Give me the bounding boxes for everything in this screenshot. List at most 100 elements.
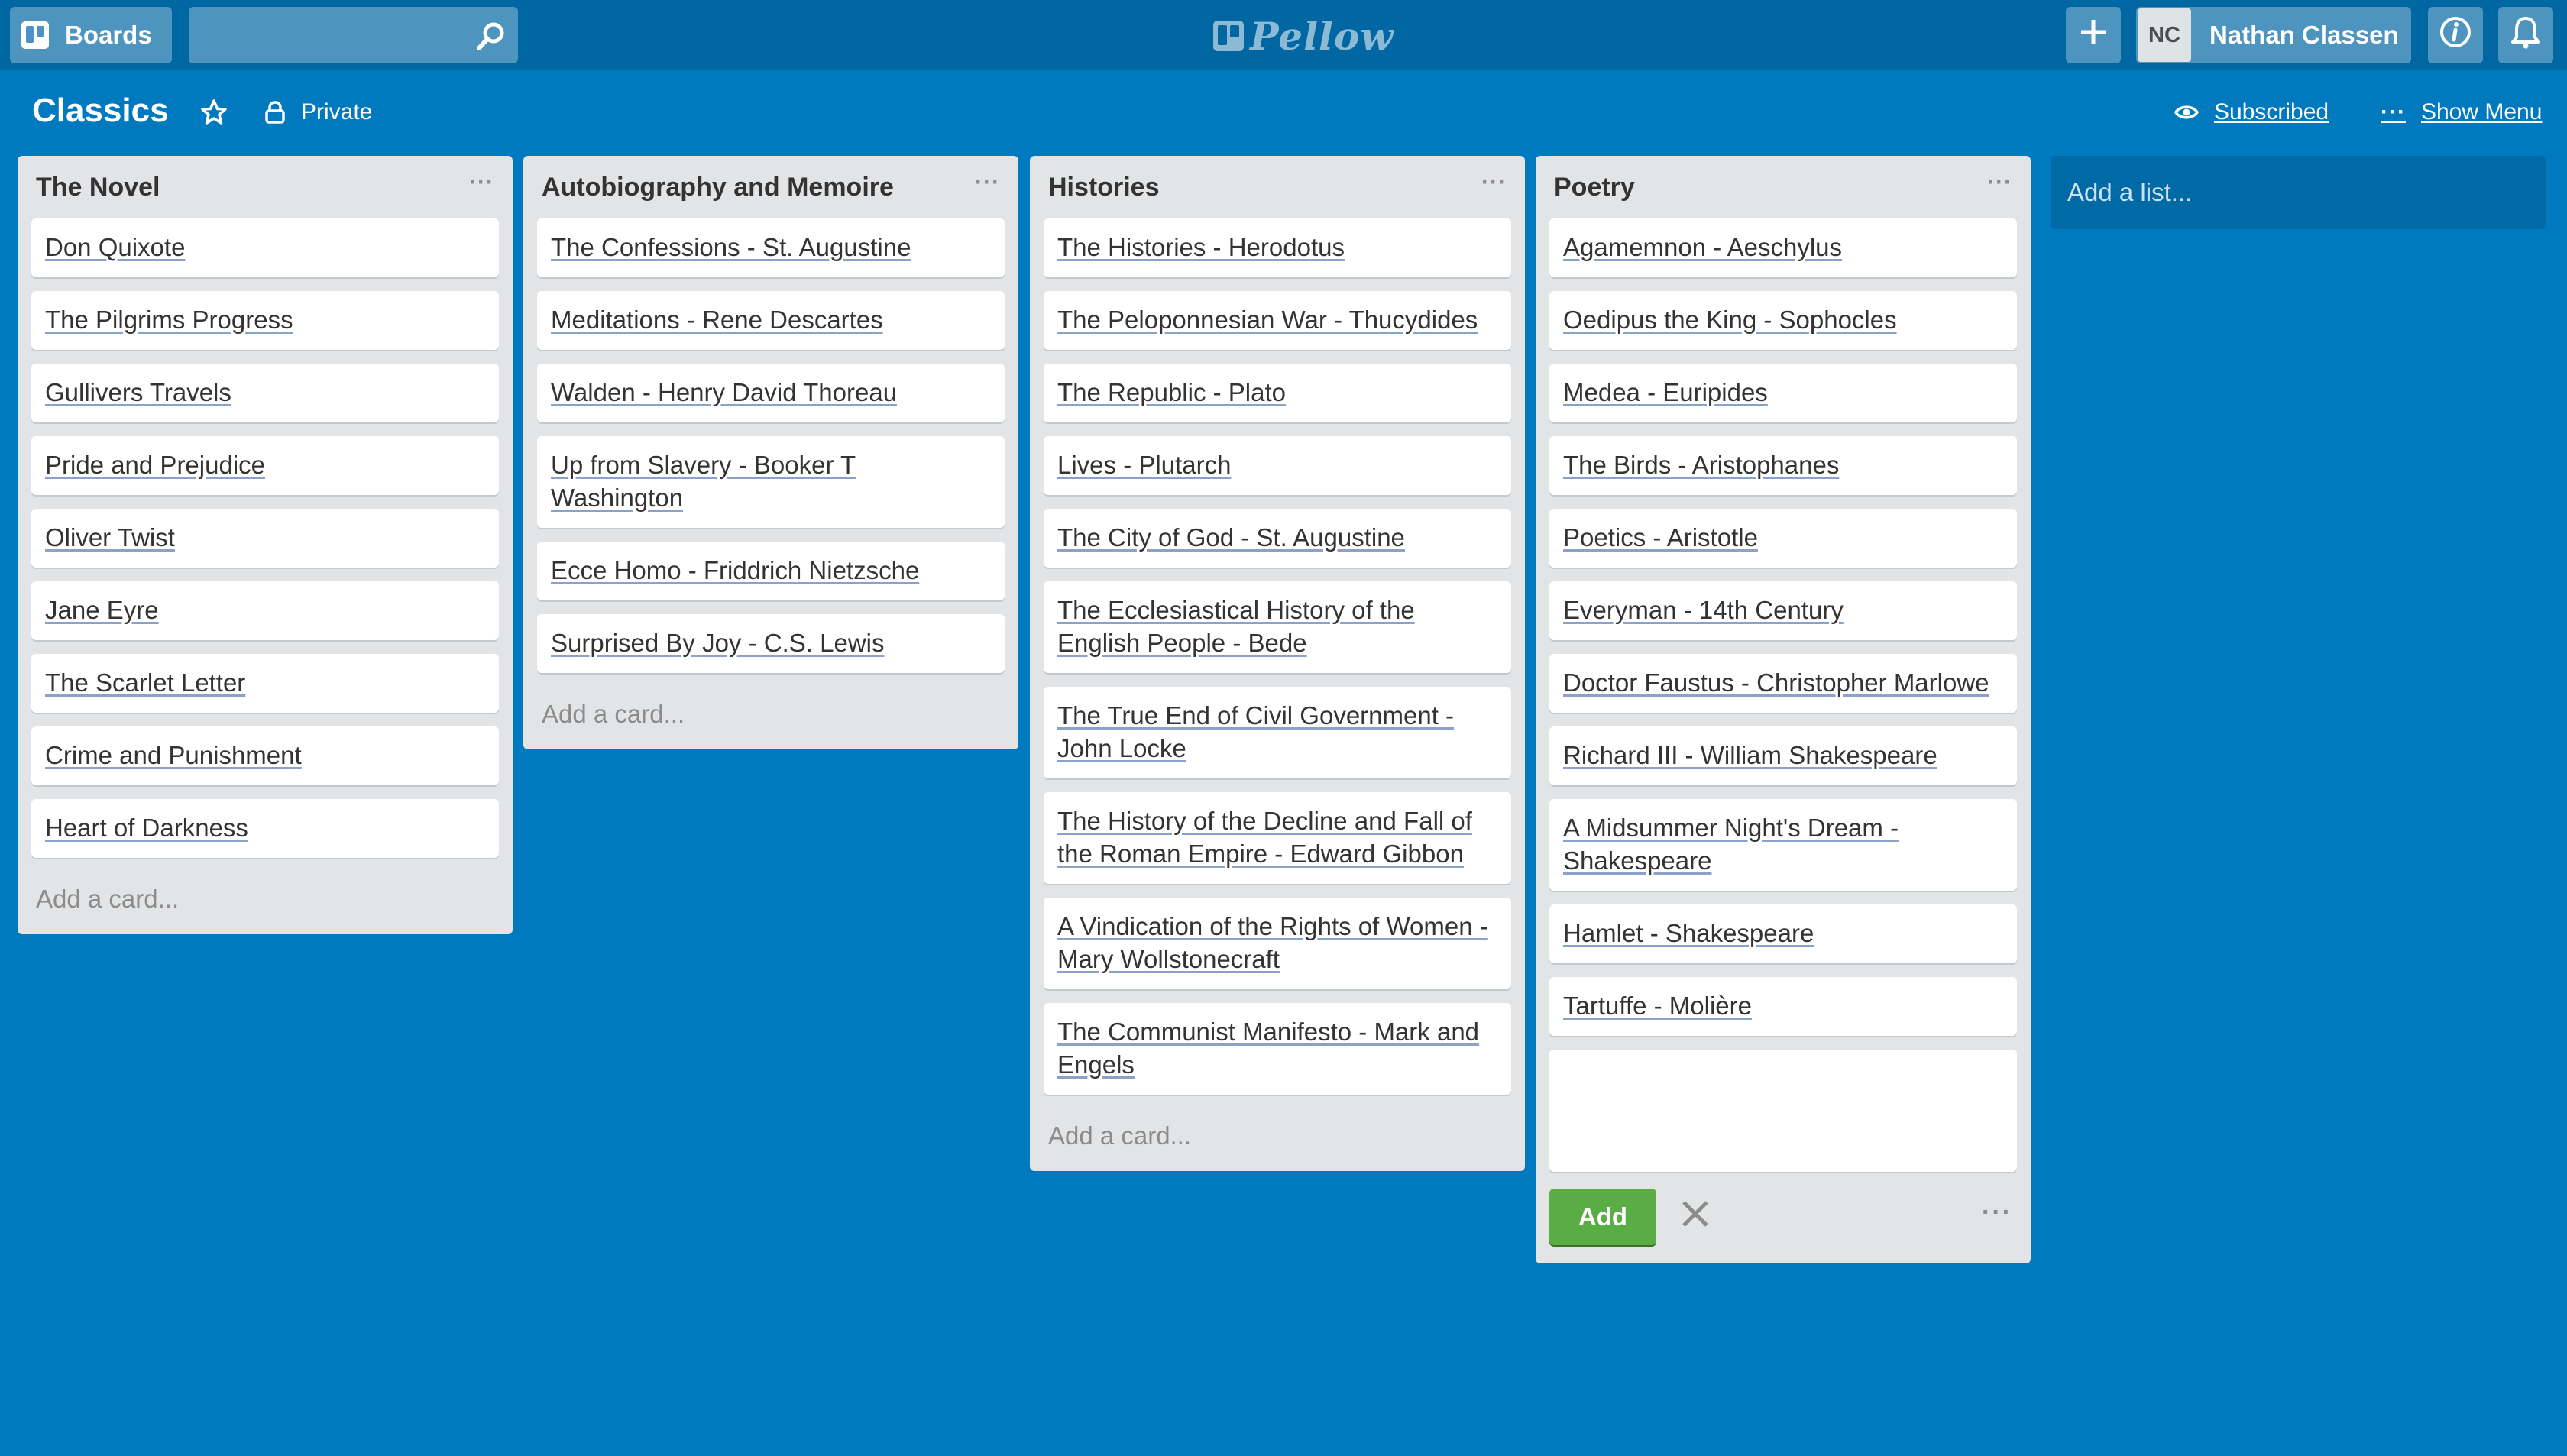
boards-button[interactable]: Boards <box>10 7 172 63</box>
card-title[interactable]: Jane Eyre <box>45 596 159 624</box>
card[interactable]: The Ecclesiastical History of the Englis… <box>1044 581 1511 673</box>
card-title[interactable]: The History of the Decline and Fall of t… <box>1057 807 1472 868</box>
card-title[interactable]: Richard III - William Shakespeare <box>1563 741 1937 769</box>
card-title[interactable]: Agamemnon - Aeschylus <box>1563 233 1842 261</box>
card[interactable]: The Communist Manifesto - Mark and Engel… <box>1044 1003 1511 1095</box>
list-menu-button[interactable]: ··· <box>1481 170 1507 196</box>
create-button[interactable] <box>2066 7 2121 63</box>
notifications-button[interactable] <box>2498 7 2553 63</box>
card-title[interactable]: The Peloponnesian War - Thucydides <box>1057 306 1478 334</box>
card[interactable]: The City of God - St. Augustine <box>1044 509 1511 568</box>
card[interactable]: Walden - Henry David Thoreau <box>537 364 1005 422</box>
card[interactable]: A Vindication of the Rights of Women - M… <box>1044 898 1511 989</box>
card-title[interactable]: A Midsummer Night's Dream - Shakespeare <box>1563 814 1899 875</box>
close-icon[interactable] <box>1678 1196 1713 1235</box>
list-menu-button[interactable]: ··· <box>975 170 1000 196</box>
list-title[interactable]: Histories <box>1048 173 1160 202</box>
add-card-button[interactable]: Add a card... <box>1044 1108 1511 1171</box>
card[interactable]: Heart of Darkness <box>31 799 499 858</box>
card[interactable]: Oliver Twist <box>31 509 499 568</box>
card[interactable]: The True End of Civil Government - John … <box>1044 687 1511 778</box>
card[interactable]: The Republic - Plato <box>1044 364 1511 422</box>
card-title[interactable]: The Ecclesiastical History of the Englis… <box>1057 596 1415 657</box>
card[interactable]: Richard III - William Shakespeare <box>1549 726 2017 785</box>
add-card-submit-button[interactable]: Add <box>1549 1189 1656 1245</box>
card-title[interactable]: A Vindication of the Rights of Women - M… <box>1057 912 1488 973</box>
member-menu-button[interactable]: NC Nathan Classen <box>2136 7 2411 63</box>
list-title[interactable]: Poetry <box>1554 173 1635 202</box>
card[interactable]: The Scarlet Letter <box>31 654 499 713</box>
card-title[interactable]: Tartuffe - Molière <box>1563 992 1752 1020</box>
card[interactable]: Oedipus the King - Sophocles <box>1549 291 2017 350</box>
list-title[interactable]: The Novel <box>36 173 160 202</box>
card[interactable]: Tartuffe - Molière <box>1549 977 2017 1036</box>
card-title[interactable]: Crime and Punishment <box>45 741 302 769</box>
card-title[interactable]: Poetics - Aristotle <box>1563 523 1758 552</box>
card-title[interactable]: The Pilgrims Progress <box>45 306 293 334</box>
app-logo[interactable]: Pellow <box>1212 14 1394 59</box>
card[interactable]: Lives - Plutarch <box>1044 436 1511 495</box>
search-box[interactable] <box>189 7 518 63</box>
list-title[interactable]: Autobiography and Memoire <box>542 173 894 202</box>
card-title[interactable]: The True End of Civil Government - John … <box>1057 701 1454 762</box>
card[interactable]: The Pilgrims Progress <box>31 291 499 350</box>
card[interactable]: Up from Slavery - Booker T Washington <box>537 436 1005 528</box>
card-title[interactable]: Medea - Euripides <box>1563 378 1768 406</box>
card[interactable]: Doctor Faustus - Christopher Marlowe <box>1549 654 2017 713</box>
card-title[interactable]: Up from Slavery - Booker T Washington <box>551 451 856 512</box>
card-title[interactable]: The City of God - St. Augustine <box>1057 523 1405 552</box>
card[interactable]: Hamlet - Shakespeare <box>1549 904 2017 963</box>
card[interactable]: The Confessions - St. Augustine <box>537 218 1005 277</box>
card[interactable]: A Midsummer Night's Dream - Shakespeare <box>1549 799 2017 891</box>
card-title[interactable]: Doctor Faustus - Christopher Marlowe <box>1563 668 1989 697</box>
subscribed-toggle[interactable]: Subscribed <box>2174 99 2329 125</box>
card-title[interactable]: The Confessions - St. Augustine <box>551 233 911 261</box>
card-title[interactable]: The Scarlet Letter <box>45 668 245 697</box>
add-card-button[interactable]: Add a card... <box>537 687 1005 749</box>
card-title[interactable]: Don Quixote <box>45 233 185 261</box>
add-list-button[interactable]: Add a list... <box>2051 156 2546 229</box>
visibility-button[interactable]: Private <box>264 99 372 125</box>
card-title[interactable]: The Histories - Herodotus <box>1057 233 1345 261</box>
card[interactable]: Poetics - Aristotle <box>1549 509 2017 568</box>
add-card-button[interactable]: Add a card... <box>31 872 499 934</box>
card[interactable]: Medea - Euripides <box>1549 364 2017 422</box>
search-icon[interactable] <box>477 21 506 54</box>
card-title[interactable]: Surprised By Joy - C.S. Lewis <box>551 629 884 657</box>
card[interactable]: Surprised By Joy - C.S. Lewis <box>537 614 1005 673</box>
card[interactable]: Jane Eyre <box>31 581 499 640</box>
card-title[interactable]: Meditations - Rene Descartes <box>551 306 883 334</box>
card-title[interactable]: The Republic - Plato <box>1057 378 1286 406</box>
card[interactable]: Gullivers Travels <box>31 364 499 422</box>
board-title[interactable]: Classics <box>32 92 169 130</box>
card[interactable]: Don Quixote <box>31 218 499 277</box>
card-title[interactable]: Heart of Darkness <box>45 814 248 842</box>
card[interactable]: Everyman - 14th Century <box>1549 581 2017 640</box>
card-title[interactable]: Pride and Prejudice <box>45 451 265 479</box>
star-icon[interactable] <box>200 99 228 130</box>
composer-options-button[interactable]: ··· <box>1982 1198 2012 1228</box>
card-title[interactable]: Walden - Henry David Thoreau <box>551 378 897 406</box>
card-title[interactable]: The Birds - Aristophanes <box>1563 451 1839 479</box>
card[interactable]: Meditations - Rene Descartes <box>537 291 1005 350</box>
card[interactable]: The History of the Decline and Fall of t… <box>1044 792 1511 884</box>
card[interactable]: Agamemnon - Aeschylus <box>1549 218 2017 277</box>
card-composer-textarea[interactable] <box>1549 1050 2017 1172</box>
list-menu-button[interactable]: ··· <box>469 170 494 196</box>
search-input[interactable] <box>199 15 462 57</box>
card-title[interactable]: Oliver Twist <box>45 523 175 552</box>
list-menu-button[interactable]: ··· <box>1987 170 2012 196</box>
card-title[interactable]: Hamlet - Shakespeare <box>1563 919 1814 947</box>
card-title[interactable]: Gullivers Travels <box>45 378 231 406</box>
card-title[interactable]: The Communist Manifesto - Mark and Engel… <box>1057 1018 1479 1079</box>
card-title[interactable]: Ecce Homo - Friddrich Nietzsche <box>551 556 919 584</box>
card[interactable]: The Peloponnesian War - Thucydides <box>1044 291 1511 350</box>
card[interactable]: The Histories - Herodotus <box>1044 218 1511 277</box>
card-title[interactable]: Lives - Plutarch <box>1057 451 1231 479</box>
card[interactable]: Ecce Homo - Friddrich Nietzsche <box>537 542 1005 600</box>
show-menu-button[interactable]: ··· Show Menu <box>2381 99 2542 125</box>
card[interactable]: The Birds - Aristophanes <box>1549 436 2017 495</box>
card-title[interactable]: Everyman - 14th Century <box>1563 596 1844 624</box>
card[interactable]: Crime and Punishment <box>31 726 499 785</box>
card-title[interactable]: Oedipus the King - Sophocles <box>1563 306 1897 334</box>
